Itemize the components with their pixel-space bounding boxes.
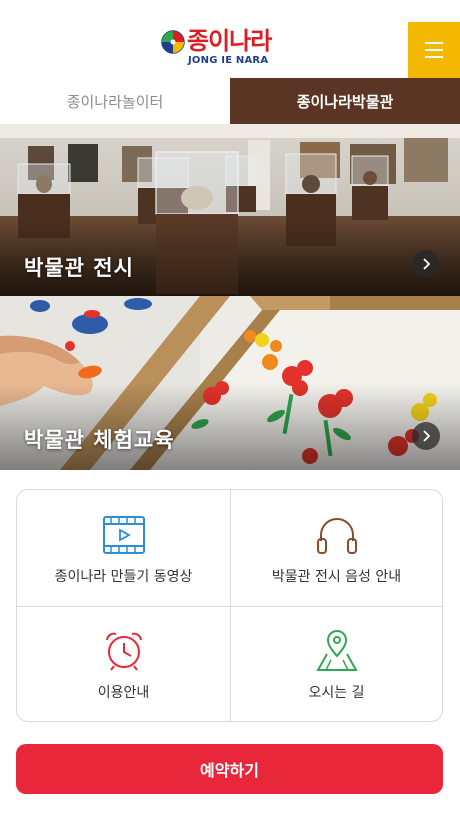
menu-directions-button[interactable]: 오시는 길 (230, 606, 442, 721)
map-pin-icon (315, 630, 358, 671)
menu-label: 박물관 전시 음성 안내 (271, 569, 402, 585)
header: 종이나라 JONG IE NARA (0, 0, 460, 78)
headphones-icon (316, 518, 357, 554)
banner-title: 박물관 체험교육 (24, 428, 175, 452)
banner-museum-education[interactable]: 박물관 체험교육 (0, 296, 460, 470)
banner-museum-exhibition[interactable]: 박물관 전시 (0, 124, 460, 296)
banner-title: 박물관 전시 (24, 256, 134, 280)
quick-menu-grid: 종이나라 만들기 동영상 박물관 전시 음성 안내 이용안내 오시는 길 (16, 489, 443, 722)
main-tabs: 종이나라놀이터 종이나라박물관 (0, 78, 460, 124)
menu-label: 오시는 길 (308, 685, 365, 701)
reserve-button[interactable]: 예약하기 (16, 744, 443, 794)
alarm-clock-icon (105, 632, 142, 671)
chevron-right-icon[interactable] (412, 422, 440, 450)
hamburger-icon (425, 42, 443, 44)
pinwheel-logo-icon (161, 30, 185, 54)
hamburger-menu-button[interactable] (408, 22, 460, 78)
logo-subtitle: JONG IE NARA (188, 55, 269, 66)
video-icon (102, 516, 145, 554)
menu-label: 종이나라 만들기 동영상 (54, 569, 193, 585)
tab-playground[interactable]: 종이나라놀이터 (0, 78, 230, 124)
logo-text: 종이나라 (187, 27, 272, 55)
logo[interactable]: 종이나라 JONG IE NARA (161, 26, 289, 68)
menu-audio-guide-button[interactable]: 박물관 전시 음성 안내 (230, 490, 442, 606)
page: 종이나라 JONG IE NARA 종이나라놀이터 종이나라박물관 박물관 전시… (0, 0, 460, 818)
chevron-right-icon[interactable] (412, 250, 440, 278)
menu-label: 이용안내 (97, 685, 150, 701)
tab-museum[interactable]: 종이나라박물관 (230, 78, 460, 124)
menu-video-button[interactable]: 종이나라 만들기 동영상 (17, 490, 230, 606)
menu-usage-info-button[interactable]: 이용안내 (17, 606, 230, 721)
